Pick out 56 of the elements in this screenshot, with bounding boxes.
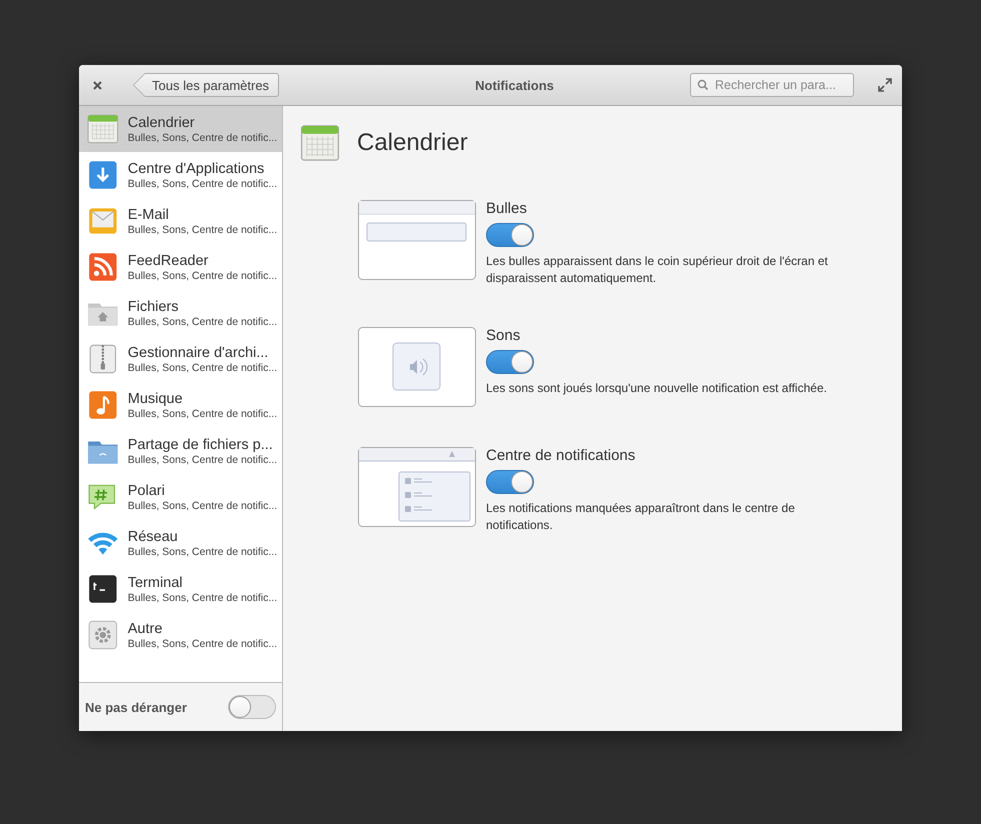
setting-switch[interactable] bbox=[486, 223, 534, 247]
sidebar-item[interactable]: Centre d'Applications Bulles, Sons, Centre de notific... bbox=[79, 152, 282, 198]
app-summary: Bulles, Sons, Centre de notific... bbox=[128, 224, 276, 236]
sidebar-item[interactable]: Partage de fichiers p... Bulles, Sons, Centre de notific... bbox=[79, 428, 282, 474]
app-name: Terminal bbox=[128, 574, 184, 592]
app-name: E-Mail bbox=[128, 206, 170, 224]
sidebar-item[interactable]: Polari Bulles, Sons, Centre de notific... bbox=[79, 474, 282, 520]
do-not-disturb-switch[interactable] bbox=[228, 695, 276, 719]
app-title: Calendrier bbox=[357, 129, 468, 157]
app-name: FeedReader bbox=[128, 252, 210, 270]
setting-title: Centre de notifications bbox=[486, 447, 636, 464]
app-name: Centre d'Applications bbox=[128, 160, 266, 178]
close-icon[interactable] bbox=[91, 80, 103, 90]
app-summary: Bulles, Sons, Centre de notific... bbox=[128, 316, 276, 328]
search-field[interactable]: Rechercher un para... bbox=[690, 73, 854, 97]
app-name: Musique bbox=[128, 390, 184, 408]
sidebar-item[interactable]: E-Mail Bulles, Sons, Centre de notific... bbox=[79, 198, 282, 244]
app-summary: Bulles, Sons, Centre de notific... bbox=[128, 270, 276, 282]
app-summary: Bulles, Sons, Centre de notific... bbox=[128, 592, 276, 604]
sidebar-item[interactable]: Terminal Bulles, Sons, Centre de notific... bbox=[79, 566, 282, 612]
sidebar-item[interactable]: Fichiers Bulles, Sons, Centre de notific... bbox=[79, 290, 282, 336]
app-summary: Bulles, Sons, Centre de notific... bbox=[128, 362, 276, 374]
app-summary: Bulles, Sons, Centre de notific... bbox=[128, 638, 276, 650]
setting-switch[interactable] bbox=[486, 470, 534, 494]
setting-title: Sons bbox=[486, 327, 522, 344]
app-summary: Bulles, Sons, Centre de notific... bbox=[128, 500, 276, 512]
app-summary: Bulles, Sons, Centre de notific... bbox=[128, 408, 276, 420]
do-not-disturb-label: Ne pas déranger bbox=[85, 700, 187, 714]
app-name: Autre bbox=[128, 620, 164, 638]
app-name: Réseau bbox=[128, 528, 179, 546]
window-title: Notifications bbox=[474, 78, 555, 92]
app-name: Partage de fichiers p... bbox=[128, 436, 274, 454]
search-icon bbox=[697, 79, 709, 91]
maximize-icon[interactable] bbox=[878, 78, 892, 92]
setting-description: Les bulles apparaissent dans le coin supérieur droit de l'écran et disparaissent automatiquement. bbox=[486, 253, 829, 287]
app-summary: Bulles, Sons, Centre de notific... bbox=[128, 178, 276, 190]
calendar-icon bbox=[86, 112, 120, 146]
setting-title: Bulles bbox=[486, 200, 528, 217]
back-button[interactable]: Tous les paramètres bbox=[133, 73, 280, 97]
app-name: Fichiers bbox=[128, 298, 180, 316]
sidebar-item[interactable]: Calendrier Bulles, Sons, Centre de notific... bbox=[79, 106, 282, 152]
sidebar-item[interactable]: Autre Bulles, Sons, Centre de notific... bbox=[79, 612, 282, 658]
setting-switch[interactable] bbox=[486, 350, 534, 374]
app-summary: Bulles, Sons, Centre de notific... bbox=[128, 546, 276, 558]
sidebar-item[interactable]: FeedReader Bulles, Sons, Centre de notific... bbox=[79, 244, 282, 290]
app-summary: Bulles, Sons, Centre de notific... bbox=[128, 454, 276, 466]
app-summary: Bulles, Sons, Centre de notific... bbox=[128, 132, 276, 144]
settings-icon bbox=[86, 618, 120, 652]
app-name: Calendrier bbox=[128, 114, 196, 132]
app-name: Polari bbox=[128, 482, 166, 500]
sidebar-item[interactable]: Gestionnaire d'archi... Bulles, Sons, Centre de notific... bbox=[79, 336, 282, 382]
app-name: Gestionnaire d'archi... bbox=[128, 344, 270, 362]
sidebar-item[interactable]: Réseau Bulles, Sons, Centre de notific... bbox=[79, 520, 282, 566]
sidebar-item[interactable]: Musique Bulles, Sons, Centre de notific... bbox=[79, 382, 282, 428]
setting-description: Les notifications manquées apparaîtront dans le centre de notifications. bbox=[486, 500, 796, 534]
setting-description: Les sons sont joués lorsqu'une nouvelle notification est affichée. bbox=[486, 380, 828, 397]
